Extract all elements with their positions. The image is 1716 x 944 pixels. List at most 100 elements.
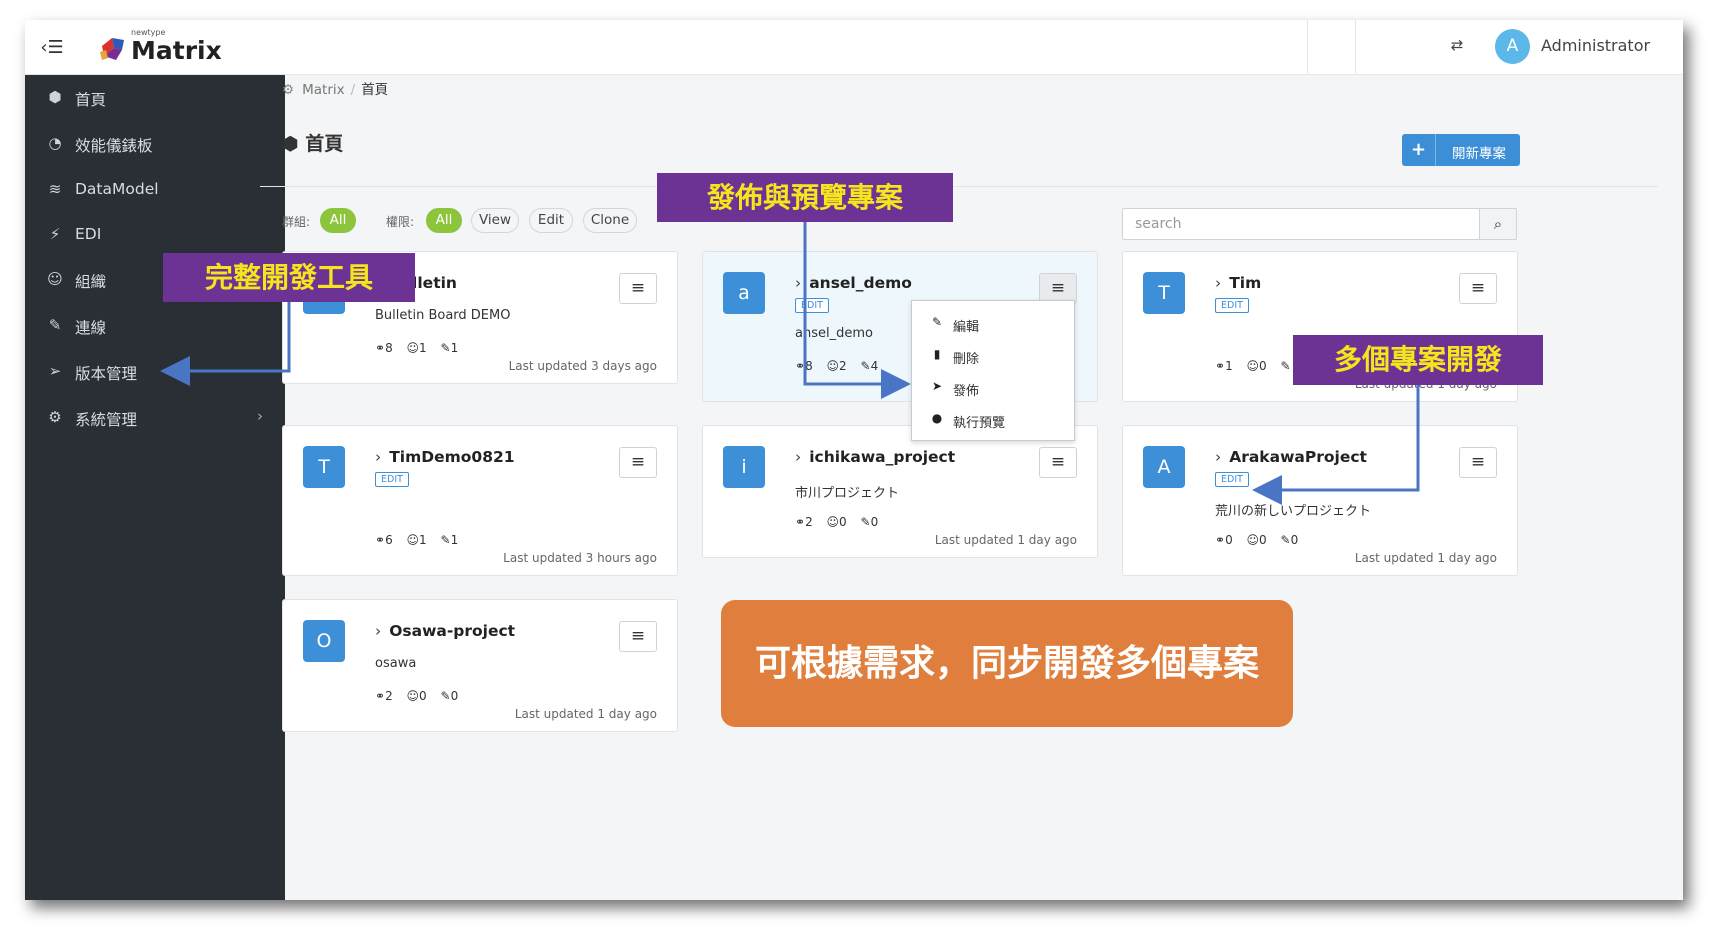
connections-icon: ✎0 (860, 515, 879, 529)
connections-icon: ✎4 (860, 359, 879, 373)
project-title[interactable]: › TimDemo0821 (375, 448, 515, 466)
user-avatar[interactable]: A (1495, 29, 1530, 64)
project-card[interactable]: i › ichikawa_project 市川プロジェクト ⚭2 ☺0 ✎0 La… (702, 425, 1098, 558)
project-menu-button[interactable]: ≡ (1459, 447, 1497, 478)
project-title[interactable]: › Tim (1215, 274, 1261, 292)
edit-badge: EDIT (795, 298, 829, 313)
header-divider (260, 186, 1658, 187)
menu-item-label: 執行預覽 (953, 416, 1006, 431)
project-menu-button[interactable]: ≡ (1039, 447, 1077, 478)
permission-filter-label: 權限: (386, 215, 415, 229)
project-card[interactable]: A › ArakawaProject EDIT 荒川の新しいプロジェクト ⚭0 ☺… (1122, 425, 1518, 576)
callout-multi-project: 多個專案開發 (1293, 335, 1543, 385)
breadcrumb-separator: / (350, 82, 356, 98)
sidebar-item-edi[interactable]: ⚡ EDI (25, 214, 285, 256)
project-description: 荒川の新しいプロジェクト (1215, 504, 1372, 519)
group-filter-all[interactable]: All (320, 208, 356, 233)
edit-badge: EDIT (1215, 298, 1249, 313)
project-avatar: A (1143, 446, 1185, 488)
sidebar-item-home[interactable]: ⬢ 首頁 (25, 77, 285, 119)
members-icon: ☺0 (1246, 359, 1267, 373)
project-title-text: ArakawaProject (1229, 448, 1367, 466)
members-icon: ☺2 (826, 359, 847, 373)
project-title[interactable]: › ichikawa_project (795, 448, 955, 466)
search-icon[interactable]: ⌕ (1479, 208, 1517, 240)
chevron-right-icon: › (795, 448, 802, 466)
permission-filter-clone[interactable]: Clone (583, 208, 637, 233)
project-avatar: O (303, 620, 345, 662)
chevron-right-icon: › (1215, 448, 1222, 466)
sidebar-item-dashboard[interactable]: ◔ 效能儀錶板 (25, 123, 285, 165)
project-card[interactable]: T › TimDemo0821 EDIT ⚭6 ☺1 ✎1 Last update… (282, 425, 678, 576)
project-stats: ⚭2 ☺0 ✎0 (795, 515, 888, 529)
project-title[interactable]: › Osawa-project (375, 622, 515, 640)
new-project-button[interactable]: + 開新專案 (1402, 134, 1520, 166)
project-title[interactable]: › ansel_demo (795, 274, 912, 292)
gears-icon: ⚙ (48, 408, 62, 426)
permission-filter-view[interactable]: View (471, 208, 519, 233)
cube-icon: ⬢ (282, 133, 306, 155)
sidebar-item-version[interactable]: ➢ 版本管理 (25, 351, 285, 393)
sidebar-item-label: 系統管理 (75, 411, 138, 429)
project-description: ansel_demo (795, 326, 873, 341)
modules-icon: ⚭1 (1215, 359, 1233, 373)
plug-icon: ⚡ (49, 225, 61, 243)
members-icon: ☺0 (826, 515, 847, 529)
project-menu-button[interactable]: ≡ (619, 447, 657, 478)
plus-icon: + (1402, 134, 1436, 166)
language-switch-icon[interactable]: ⇄ (1445, 36, 1469, 60)
project-updated: Last updated 1 day ago (514, 707, 657, 721)
users-icon: ☺ (47, 270, 63, 288)
new-project-label: 開新專案 (1452, 146, 1506, 162)
menu-item-preview[interactable]: ● 執行預覽 (912, 405, 1076, 435)
menu-item-edit[interactable]: ✎ 編輯 (912, 309, 1076, 339)
connections-icon: ✎0 (440, 689, 459, 703)
project-menu-button[interactable]: ≡ (619, 621, 657, 652)
callout-publish-preview: 發佈與預覽專案 (657, 173, 953, 222)
project-description: Bulletin Board DEMO (375, 308, 511, 323)
project-menu-button[interactable]: ≡ (619, 273, 657, 304)
breadcrumb-current: 首頁 (361, 82, 389, 98)
user-name[interactable]: Administrator (1541, 36, 1650, 55)
members-icon: ☺0 (1246, 533, 1267, 547)
sidebar-item-datamodel[interactable]: ≋ DataModel (25, 169, 285, 211)
chevron-right-icon: › (375, 622, 382, 640)
breadcrumb: ⚙ Matrix / 首頁 (282, 78, 388, 98)
gears-icon: ⚙ (282, 82, 295, 98)
page-title: ⬢ 首頁 (282, 129, 343, 156)
project-title-text: ansel_demo (809, 274, 912, 292)
members-icon: ☺1 (406, 533, 427, 547)
connections-icon: ✎ (1280, 359, 1291, 373)
project-stats: ⚭8 ☺2 ✎4 (795, 359, 888, 373)
edit-badge: EDIT (375, 472, 409, 487)
sidebar-item-label: 組織 (75, 273, 107, 291)
chevron-right-icon: › (375, 448, 382, 466)
project-stats: ⚭6 ☺1 ✎1 (375, 533, 468, 547)
connections-icon: ✎0 (1280, 533, 1299, 547)
modules-icon: ⚭8 (795, 359, 813, 373)
permission-filter-all[interactable]: All (426, 208, 462, 233)
permission-filter-edit[interactable]: Edit (529, 208, 573, 233)
menu-item-delete[interactable]: ▮ 刪除 (912, 341, 1076, 371)
menu-toggle-icon[interactable]: ‹☰ (37, 34, 67, 62)
project-title[interactable]: › ArakawaProject (1215, 448, 1367, 466)
sidebar-item-label: 連線 (75, 319, 107, 337)
sidebar-item-system[interactable]: ⚙ 系統管理 › (25, 397, 285, 439)
modules-icon: ⚭0 (1215, 533, 1233, 547)
paper-plane-icon: ➤ (931, 379, 943, 393)
project-avatar: a (723, 272, 765, 314)
project-description: osawa (375, 656, 417, 671)
sidebar-item-connection[interactable]: ✎ 連線 (25, 305, 285, 347)
menu-item-label: 刪除 (953, 352, 980, 367)
project-menu-button[interactable]: ≡ (1459, 273, 1497, 304)
matrix-logo[interactable]: newtype Matrix (98, 28, 238, 68)
breadcrumb-root[interactable]: Matrix (302, 82, 345, 98)
matrix-logo-mark-icon (100, 38, 124, 60)
search-input[interactable]: search (1122, 208, 1480, 240)
connections-icon: ✎1 (440, 533, 459, 547)
modules-icon: ⚭2 (795, 515, 813, 529)
menu-item-publish[interactable]: ➤ 發佈 (912, 373, 1076, 403)
project-updated: Last updated 3 hours ago (503, 551, 657, 565)
menu-item-label: 編輯 (953, 320, 980, 335)
project-card[interactable]: O › Osawa-project osawa ⚭2 ☺0 ✎0 Last upd… (282, 599, 678, 732)
